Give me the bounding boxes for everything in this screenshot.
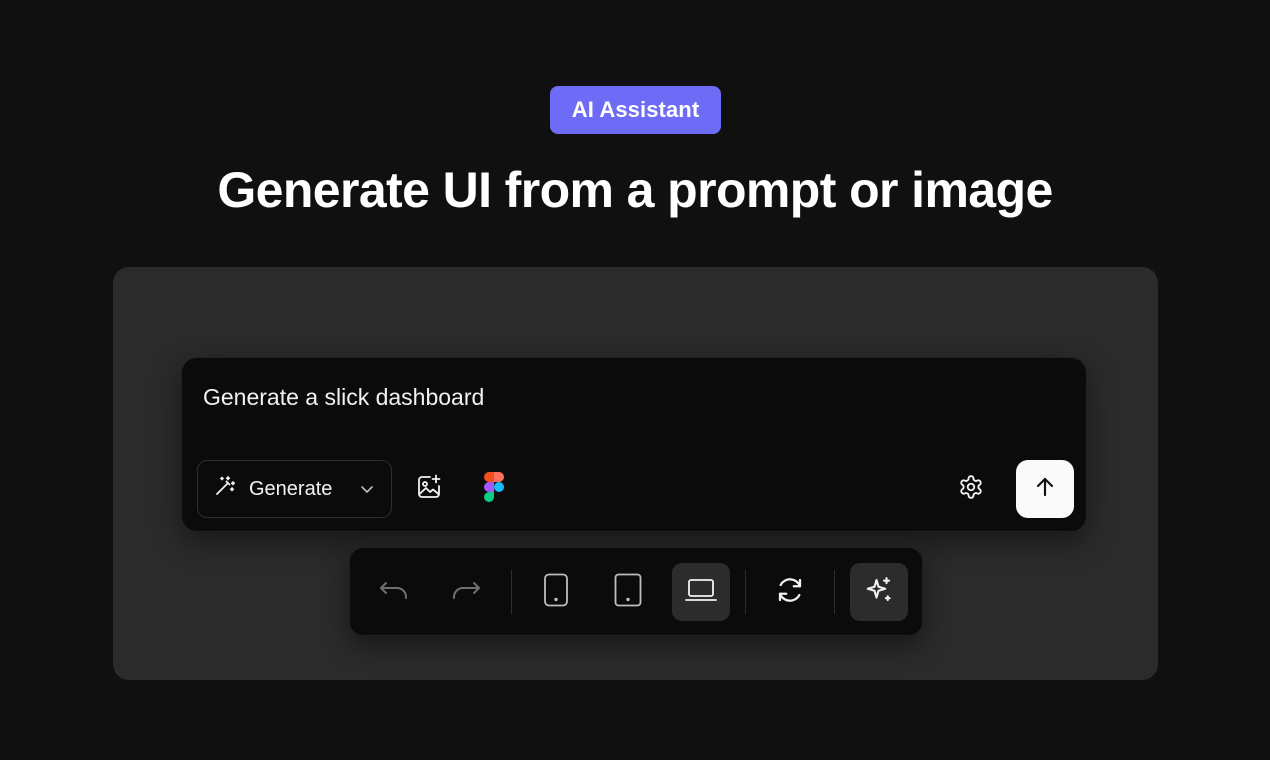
- page: AI Assistant Generate UI from a prompt o…: [0, 0, 1270, 760]
- redo-icon: [449, 577, 483, 608]
- ai-enhance-button[interactable]: [850, 563, 908, 621]
- image-plus-icon: [415, 473, 443, 506]
- mobile-view-button[interactable]: [527, 563, 585, 621]
- arrow-up-icon: [1033, 475, 1057, 504]
- sparkles-icon: [864, 575, 894, 610]
- mode-select[interactable]: Generate: [197, 460, 392, 518]
- figma-import-button[interactable]: [474, 469, 514, 509]
- tablet-view-button[interactable]: [599, 563, 657, 621]
- toolbar-divider: [745, 570, 746, 614]
- page-title: Generate UI from a prompt or image: [217, 162, 1053, 218]
- ai-assistant-badge: AI Assistant: [550, 86, 721, 134]
- chevron-down-icon: [359, 479, 375, 505]
- refresh-button[interactable]: [761, 563, 819, 621]
- figma-icon: [482, 471, 506, 508]
- settings-button[interactable]: [951, 469, 991, 509]
- toolbar-divider: [834, 570, 835, 614]
- magic-wand-icon: [213, 474, 237, 504]
- refresh-icon: [775, 575, 805, 610]
- tablet-icon: [614, 573, 642, 612]
- mode-select-label: Generate: [249, 477, 333, 500]
- undo-icon: [377, 577, 411, 608]
- laptop-icon: [684, 576, 718, 609]
- add-image-button[interactable]: [409, 469, 449, 509]
- prompt-input[interactable]: [203, 380, 1063, 414]
- prompt-composer: Generate: [181, 357, 1087, 532]
- gear-icon: [958, 474, 984, 505]
- preview-toolbar: [349, 547, 923, 636]
- redo-button[interactable]: [437, 563, 495, 621]
- undo-button[interactable]: [365, 563, 423, 621]
- desktop-view-button[interactable]: [672, 563, 730, 621]
- phone-icon: [543, 573, 569, 612]
- toolbar-divider: [511, 570, 512, 614]
- send-button[interactable]: [1016, 460, 1074, 518]
